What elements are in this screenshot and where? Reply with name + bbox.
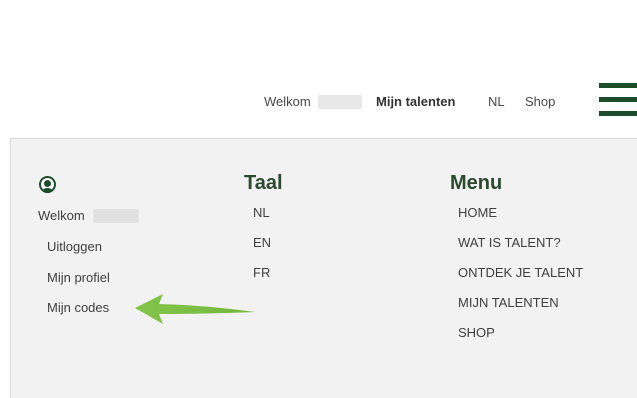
menu-item-my-talents[interactable]: MIJN TALENTEN bbox=[458, 295, 559, 310]
logout-link[interactable]: Uitloggen bbox=[47, 239, 102, 254]
hamburger-bar bbox=[599, 83, 637, 88]
hamburger-menu-icon[interactable] bbox=[599, 83, 637, 117]
arrow-left-icon bbox=[135, 294, 255, 324]
language-option-fr[interactable]: FR bbox=[253, 265, 270, 280]
user-circle-icon bbox=[39, 176, 56, 193]
hamburger-bar bbox=[599, 97, 637, 102]
menu-heading: Menu bbox=[450, 172, 503, 194]
redacted-username bbox=[93, 209, 139, 223]
header-shop-link[interactable]: Shop bbox=[525, 94, 555, 109]
language-option-nl[interactable]: NL bbox=[253, 205, 270, 220]
header-welcome-text: Welkom bbox=[264, 94, 311, 109]
redacted-username bbox=[318, 95, 362, 109]
menu-item-discover-talent[interactable]: ONTDEK JE TALENT bbox=[458, 265, 583, 280]
account-welcome-text: Welkom bbox=[38, 208, 85, 223]
header-my-talents-link[interactable]: Mijn talenten bbox=[376, 94, 455, 109]
my-profile-link[interactable]: Mijn profiel bbox=[47, 270, 110, 285]
language-option-en[interactable]: EN bbox=[253, 235, 271, 250]
top-navigation: Welkom Mijn talenten NL Shop bbox=[0, 0, 637, 138]
hamburger-bar bbox=[599, 111, 637, 116]
header-language-link[interactable]: NL bbox=[488, 94, 505, 109]
menu-item-shop[interactable]: SHOP bbox=[458, 325, 495, 340]
my-codes-link[interactable]: Mijn codes bbox=[47, 300, 109, 315]
menu-item-home[interactable]: HOME bbox=[458, 205, 497, 220]
language-heading: Taal bbox=[244, 172, 283, 194]
menu-item-what-is-talent[interactable]: WAT IS TALENT? bbox=[458, 235, 561, 250]
